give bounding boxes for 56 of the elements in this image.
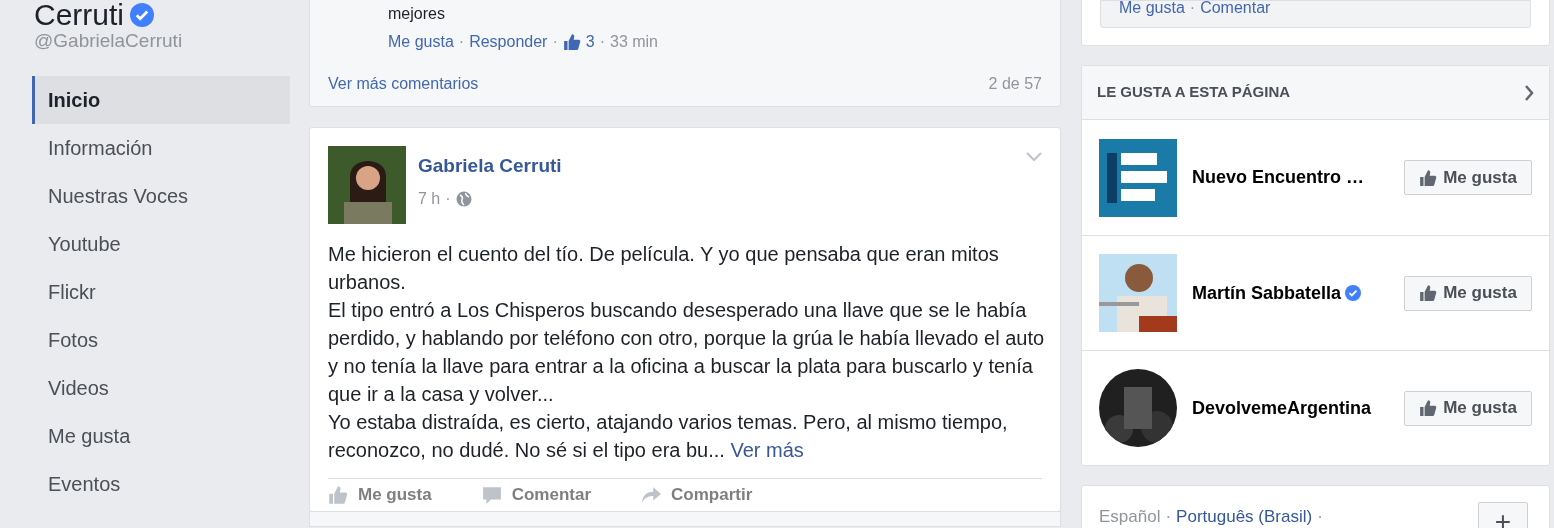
comment-count: 2 de 57 xyxy=(988,74,1042,94)
separator-dot: · xyxy=(552,32,558,52)
comment-link[interactable]: Comentar xyxy=(1200,0,1271,20)
speech-bubble-icon xyxy=(481,485,502,505)
separator-dot: · xyxy=(599,32,605,52)
post-action-button[interactable]: Me gusta xyxy=(328,482,432,508)
verified-icon xyxy=(1345,285,1362,301)
comment-time: 33 min xyxy=(610,32,658,52)
add-language-button[interactable]: + xyxy=(1478,502,1528,528)
sidebar-item[interactable]: Eventos xyxy=(32,460,290,508)
thumbs-up-icon xyxy=(1419,399,1438,417)
comment-action-link[interactable]: Me gusta xyxy=(388,30,454,54)
chevron-right-icon[interactable] xyxy=(1524,84,1534,101)
page-name[interactable]: Martín Sabbatella xyxy=(1192,279,1362,307)
separator-dot: · xyxy=(1189,0,1196,18)
like-count: 3 xyxy=(585,32,595,52)
page-name[interactable]: DevolvemeArgentina xyxy=(1192,394,1372,422)
current-language: Español xyxy=(1099,506,1161,528)
like-count-icon xyxy=(562,33,581,51)
sidebar-item[interactable]: Youtube xyxy=(32,220,290,268)
thumbs-up-icon xyxy=(1419,168,1438,187)
like-page-button[interactable]: Me gusta xyxy=(1404,275,1532,311)
post-action-button[interactable]: Compartir xyxy=(641,482,753,508)
more-comments-link[interactable]: Ver más comentarios xyxy=(328,72,479,96)
separator-dot: · xyxy=(458,32,465,52)
sidebar-item[interactable]: Me gusta xyxy=(32,412,290,460)
globe-icon xyxy=(455,190,472,207)
sidebar-item[interactable]: Información xyxy=(32,124,290,172)
separator-dot: · xyxy=(445,188,451,209)
share-arrow-icon xyxy=(641,485,662,505)
separator-dot: · xyxy=(1317,506,1323,528)
post-time: 7 h xyxy=(418,188,441,209)
section-title: LE GUSTA A ESTA PÁGINA xyxy=(1097,82,1291,103)
page-title: Cerruti xyxy=(34,0,124,30)
separator-dot: · xyxy=(1165,506,1172,528)
sidebar-item[interactable]: Videos xyxy=(32,364,290,412)
page-name[interactable]: Nuevo Encuentro … xyxy=(1192,164,1365,191)
like-page-button[interactable]: Me gusta xyxy=(1404,160,1532,195)
like-link[interactable]: Me gusta xyxy=(1119,0,1185,20)
post-paragraph: El tipo entró a Los Chisperos buscando desesperado una llave que se le había perdido, y hablando por teléfono con otro, porque la grúa le había llevado el auto y no tenía la llave para entrar a la oficina a buscar la plata para buscarlo y tenía que ir a la casa y volver... xyxy=(328,298,1046,407)
like-page-button[interactable]: Me gusta xyxy=(1404,390,1532,426)
sidebar-item[interactable]: Flickr xyxy=(32,268,290,316)
comment-text: mejores xyxy=(387,4,446,24)
post-paragraph: Me hicieron el cuento del tío. De película. Y yo que pensaba que eran mitos urbanos. xyxy=(328,242,1000,295)
see-more-link[interactable]: Ver más xyxy=(730,439,804,461)
post-action-button[interactable]: Comentar xyxy=(481,482,592,508)
post-author[interactable]: Gabriela Cerruti xyxy=(418,152,1026,181)
thumbs-up-icon xyxy=(1419,284,1438,302)
sidebar-item[interactable]: Nuestras Voces xyxy=(32,172,290,220)
comment-action-link[interactable]: Responder xyxy=(469,30,548,54)
thumbs-up-icon xyxy=(328,485,348,505)
page-handle: @GabrielaCerruti xyxy=(33,30,184,52)
sidebar-item[interactable]: Inicio xyxy=(32,76,290,124)
language-link[interactable]: Português (Brasil) xyxy=(1176,504,1313,528)
post-paragraph: Yo estaba distraída, es cierto, atajando varios temas. Pero, al mismo tiempo, reconozco, no dudé. No sé si el tipo era bu... Ver más xyxy=(328,410,1009,463)
sidebar-item[interactable]: Fotos xyxy=(32,316,290,364)
